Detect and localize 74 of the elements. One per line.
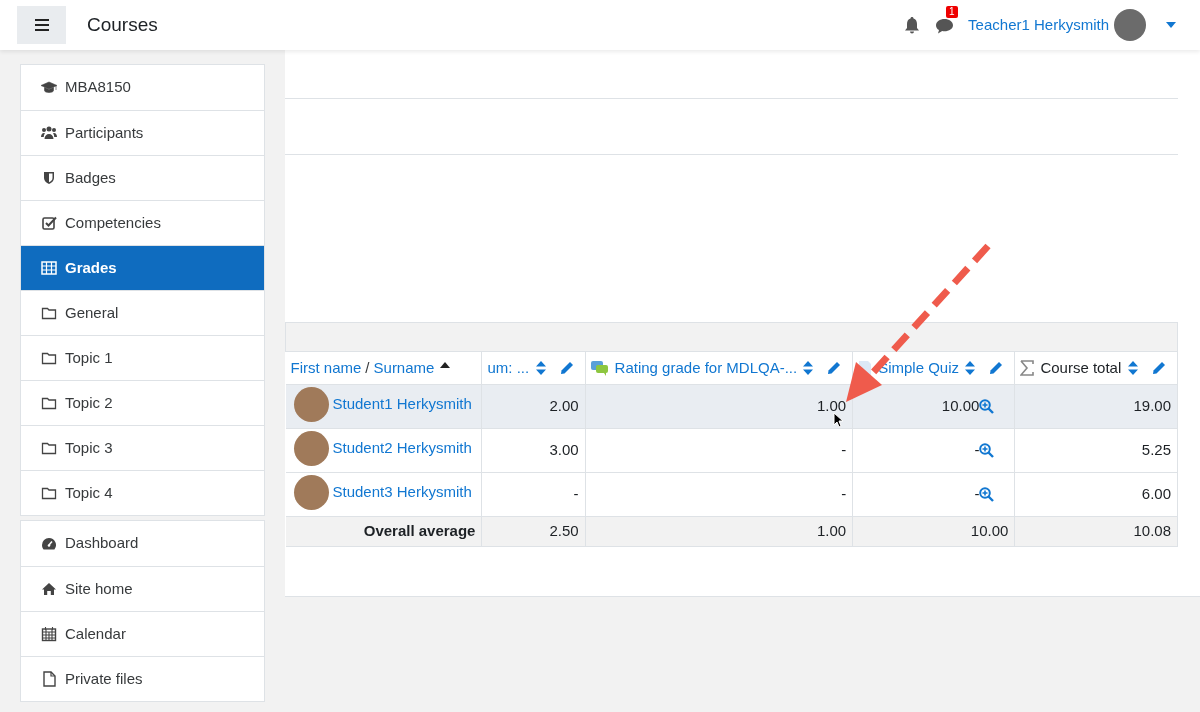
user-avatar[interactable]: [1114, 9, 1146, 41]
average-label: Overall average: [363, 522, 476, 540]
caret-down-icon[interactable]: [1166, 22, 1176, 28]
grade-value: 19.00: [1133, 397, 1171, 415]
zoom-in-icon[interactable]: [979, 443, 995, 458]
folder-icon: [41, 305, 57, 321]
average-value: 2.50: [549, 522, 579, 540]
student-avatar: [293, 387, 329, 422]
nav-item[interactable]: Topic 3: [21, 425, 264, 470]
nav-item[interactable]: General: [21, 290, 264, 335]
zoom-in-icon[interactable]: [979, 399, 995, 414]
column-header: Course total: [1040, 357, 1122, 378]
grade-value: -: [841, 441, 847, 459]
grade-value: -: [974, 440, 980, 461]
forum-icon: [590, 360, 609, 376]
sort-icon[interactable]: [803, 361, 814, 375]
folder-icon: [41, 440, 57, 456]
chat-icon[interactable]: [936, 19, 954, 34]
surname-sort-link[interactable]: Surname: [373, 356, 435, 380]
nav-item[interactable]: Grades: [21, 245, 264, 290]
grade-value: 6.00: [1141, 485, 1171, 503]
message-count-badge: 1: [946, 6, 958, 18]
user-name-link[interactable]: Teacher1 Herkysmith: [968, 13, 1109, 37]
grade-value: 3.00: [549, 441, 579, 459]
nav-item[interactable]: Participants: [21, 110, 264, 155]
folder-icon: [41, 395, 57, 411]
average-value: 10.00: [970, 522, 1009, 540]
bell-icon[interactable]: [904, 16, 921, 34]
nav-item[interactable]: Private files: [21, 656, 264, 701]
folder-icon: [41, 485, 57, 501]
menu-icon: [34, 19, 49, 31]
sort-ascending-icon: [440, 362, 451, 368]
dashboard-icon: [41, 535, 57, 552]
nav-item[interactable]: Site home: [21, 566, 264, 611]
edit-icon[interactable]: [989, 361, 1004, 375]
table-icon: [41, 260, 57, 276]
grade-value: 5.25: [1141, 441, 1171, 459]
checkbox-icon: [41, 215, 57, 231]
page-title: Courses: [87, 12, 158, 37]
grade-value: 2.00: [549, 397, 579, 415]
sigma-icon: [1020, 360, 1035, 376]
sort-icon[interactable]: [535, 361, 546, 375]
grade-value: -: [974, 484, 980, 505]
menu-button[interactable]: [17, 6, 66, 44]
edit-icon[interactable]: [827, 361, 842, 375]
student-avatar: [293, 431, 329, 466]
nav-item[interactable]: MBA8150: [21, 65, 264, 110]
edit-icon[interactable]: [559, 361, 574, 375]
file-icon: [41, 671, 57, 687]
average-value: 1.00: [816, 522, 847, 540]
nav-item[interactable]: Topic 2: [21, 380, 264, 425]
sort-icon[interactable]: [965, 361, 976, 375]
nav-item[interactable]: Calendar: [21, 611, 264, 656]
grade-value: 10.00: [941, 396, 980, 417]
nav-item[interactable]: Badges: [21, 155, 264, 200]
edit-icon[interactable]: [1152, 361, 1166, 375]
average-value: 10.08: [1133, 522, 1171, 540]
zoom-in-icon[interactable]: [979, 487, 995, 502]
folder-icon: [41, 350, 57, 366]
nav-item[interactable]: Topic 1: [21, 335, 264, 380]
graduation-cap-icon: [41, 79, 57, 96]
grade-value: -: [573, 485, 579, 503]
student-avatar: [293, 475, 329, 510]
name-separator: /: [365, 357, 370, 378]
first-name-sort-link[interactable]: First name: [290, 356, 362, 380]
shield-icon: [41, 170, 57, 186]
nav-item[interactable]: Dashboard: [21, 521, 264, 566]
sort-icon[interactable]: [1128, 361, 1138, 375]
home-icon: [41, 581, 57, 597]
users-icon: [41, 125, 57, 141]
calendar-icon: [41, 626, 57, 642]
grade-value: 1.00: [816, 397, 847, 415]
grade-value: -: [841, 485, 847, 503]
nav-item[interactable]: Topic 4: [21, 470, 264, 515]
